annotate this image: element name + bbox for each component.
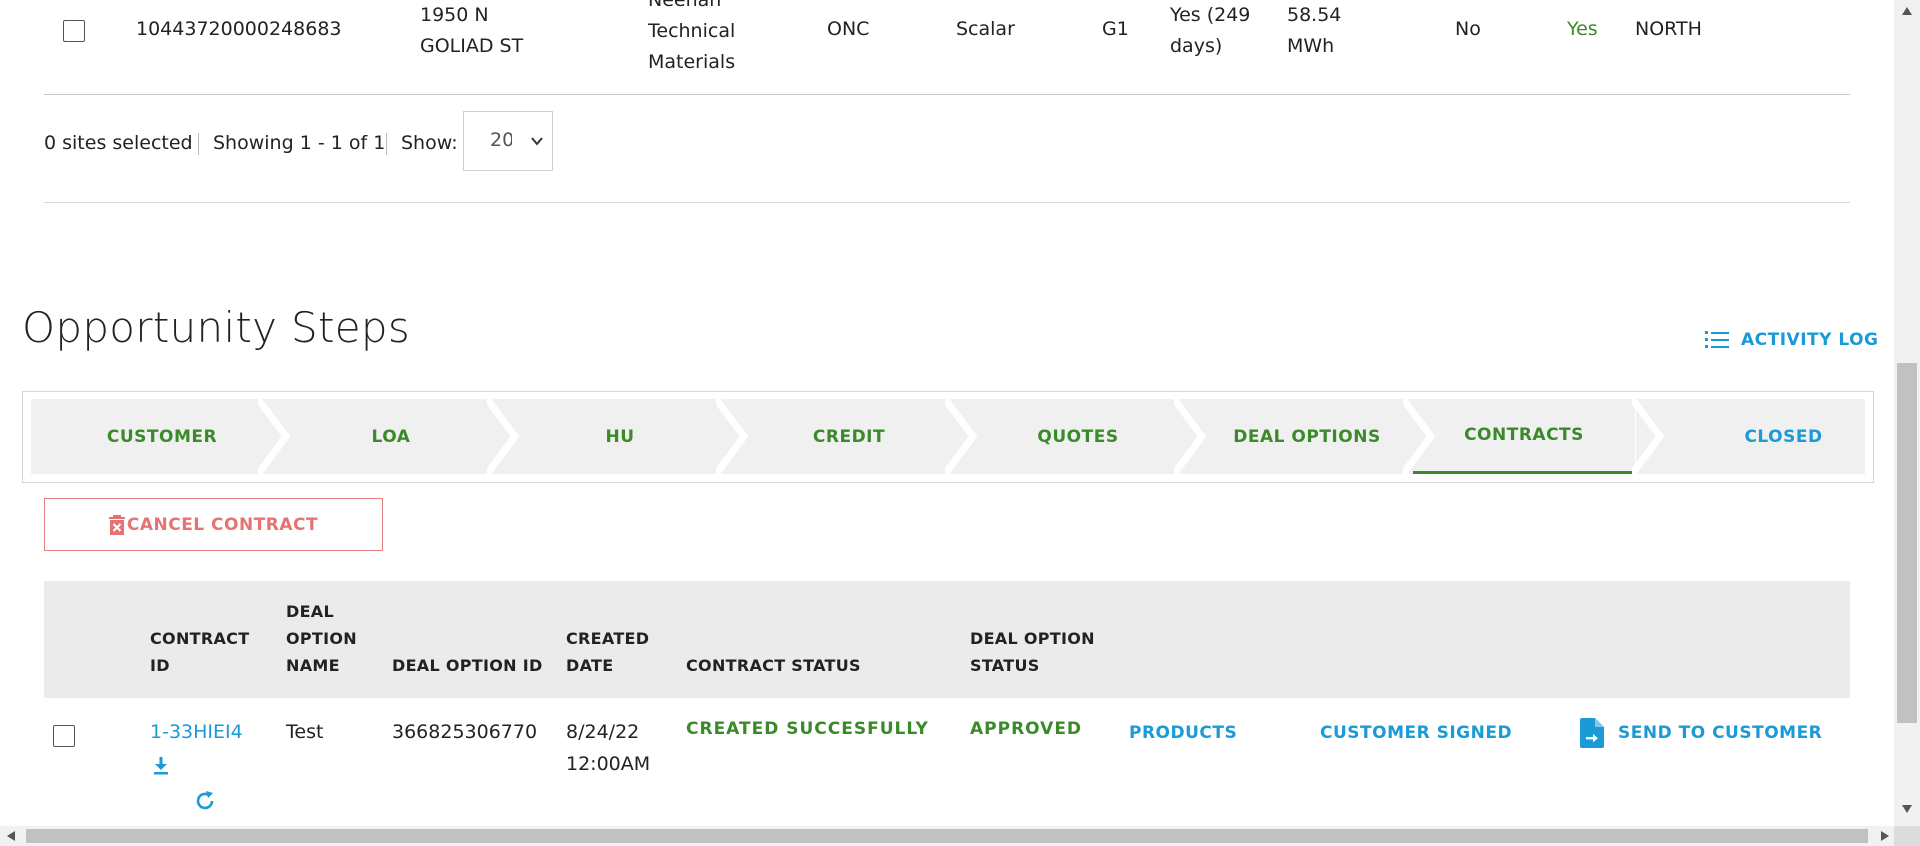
header-text: DEAL OPTION (970, 629, 1095, 648)
site-address-line1: 1950 N (420, 4, 489, 26)
header-text: STATUS (970, 656, 1040, 675)
step-quotes[interactable]: QUOTES (949, 399, 1207, 474)
step-label: LOA (371, 426, 411, 447)
chevron-down-icon (531, 137, 543, 146)
header-contract-status: CONTRACT STATUS (686, 656, 861, 675)
scroll-right-arrow-icon[interactable] (1880, 830, 1890, 842)
opportunity-steps-title: Opportunity Steps (22, 303, 411, 352)
deal-option-id: 366825306770 (392, 721, 538, 743)
file-send-icon (1580, 718, 1604, 748)
page-size-select[interactable]: 20 (463, 111, 553, 171)
account-number: 10443720000248683 (136, 18, 342, 40)
send-to-customer-button[interactable]: SEND TO CUSTOMER (1580, 718, 1822, 748)
step-loa[interactable]: LOA (262, 399, 520, 474)
scrollbar-corner (1894, 826, 1920, 846)
deal-option-status: APPROVED (970, 719, 1083, 739)
header-text: NAME (286, 656, 340, 675)
scroll-left-arrow-icon[interactable] (6, 830, 16, 842)
header-deal-option-id: DEAL OPTION ID (392, 656, 543, 675)
list-icon (1705, 331, 1729, 348)
step-label: CREDIT (812, 426, 886, 447)
cancel-contract-label: CANCEL CONTRACT (126, 514, 319, 535)
trash-icon (108, 514, 125, 535)
site-history-line1: Yes (249 (1170, 4, 1251, 26)
customer-signed-link[interactable]: CUSTOMER SIGNED (1320, 723, 1512, 743)
step-credit[interactable]: CREDIT (720, 399, 978, 474)
created-date: 8/24/22 12:00AM (566, 716, 650, 780)
site-customer-line2: Technical (648, 20, 736, 42)
header-deal-option-status: DEAL OPTION STATUS (970, 625, 1095, 679)
step-label: CONTRACTS (1464, 425, 1584, 445)
site-history: Yes (249 days) (1170, 0, 1250, 62)
step-label: CUSTOMER (106, 426, 218, 447)
step-label: CLOSED (1744, 426, 1823, 447)
step-closed[interactable]: CLOSED (1636, 399, 1865, 474)
products-link[interactable]: PRODUCTS (1129, 723, 1237, 743)
created-date-time: 12:00AM (566, 753, 651, 775)
site-address: 1950 N GOLIAD ST (420, 0, 523, 62)
step-hu[interactable]: HU (491, 399, 749, 474)
show-label: Show: (401, 132, 458, 154)
step-separator (487, 399, 520, 474)
step-separator (945, 399, 978, 474)
site-history-line2: days) (1170, 35, 1223, 57)
contract-row-checkbox[interactable] (53, 725, 75, 747)
site-usage-line1: 58.54 (1287, 4, 1342, 26)
site-utility: ONC (827, 18, 870, 40)
step-label: QUOTES (1037, 426, 1119, 447)
site-customer-line1: Neenah (648, 0, 722, 11)
header-contract-id: CONTRACT ID (150, 625, 249, 679)
site-usage-line2: MWh (1287, 35, 1335, 57)
cancel-contract-button[interactable]: CANCEL CONTRACT (44, 498, 383, 551)
step-separator (1174, 399, 1207, 474)
step-contracts[interactable]: CONTRACTS (1413, 399, 1635, 474)
header-text: CREATED (566, 629, 650, 648)
site-usage: 58.54 MWh (1287, 0, 1341, 62)
vertical-scrollbar-thumb[interactable] (1897, 363, 1917, 723)
sites-showing-range: Showing 1 - 1 of 1 (213, 132, 386, 154)
deal-option-name: Test (286, 721, 324, 743)
step-customer[interactable]: CUSTOMER (31, 399, 293, 474)
site-zone: NORTH (1635, 18, 1702, 40)
site-customer-line3: Materials (648, 51, 736, 73)
site-meter-type: Scalar (956, 18, 1015, 40)
header-text: OPTION (286, 629, 357, 648)
contract-status: CREATED SUCCESFULLY (686, 719, 929, 739)
site-flag-1: No (1455, 18, 1481, 40)
sites-footer-divider (44, 202, 1850, 203)
sites-row-divider (44, 94, 1850, 95)
site-rate: G1 (1102, 18, 1129, 40)
header-text: DEAL (286, 602, 334, 621)
header-deal-option-name: DEAL OPTION NAME (286, 598, 357, 679)
footer-separator (386, 133, 387, 155)
refresh-icon[interactable] (193, 789, 217, 813)
send-to-customer-label: SEND TO CUSTOMER (1618, 723, 1823, 743)
site-row-checkbox[interactable] (63, 20, 85, 42)
activity-log-label: ACTIVITY LOG (1741, 330, 1879, 350)
site-customer: Neenah Technical Materials (648, 0, 735, 78)
step-separator (1403, 399, 1436, 474)
header-text: DATE (566, 656, 614, 675)
step-separator (716, 399, 749, 474)
download-icon[interactable] (153, 755, 169, 775)
step-deal-options[interactable]: DEAL OPTIONS (1178, 399, 1436, 474)
sites-selected-count: 0 sites selected (44, 132, 193, 154)
page-size-value: 20 (490, 129, 512, 151)
header-created-date: CREATED DATE (566, 625, 649, 679)
header-text: CONTRACT (150, 629, 250, 648)
horizontal-scrollbar-thumb[interactable] (26, 829, 1868, 843)
step-separator (258, 399, 291, 474)
activity-log-button[interactable]: ACTIVITY LOG (1705, 326, 1879, 354)
step-label: HU (605, 426, 635, 447)
header-text: ID (150, 656, 170, 675)
created-date-day: 8/24/22 (566, 721, 640, 743)
step-label: DEAL OPTIONS (1233, 426, 1381, 447)
step-separator (1632, 399, 1665, 474)
site-address-line2: GOLIAD ST (420, 35, 524, 57)
site-flag-2: Yes (1567, 18, 1598, 40)
scroll-down-arrow-icon[interactable] (1901, 804, 1913, 814)
scroll-up-arrow-icon[interactable] (1901, 6, 1913, 16)
contract-id-link[interactable]: 1-33HIEI4 (150, 716, 243, 748)
footer-separator (198, 133, 199, 155)
